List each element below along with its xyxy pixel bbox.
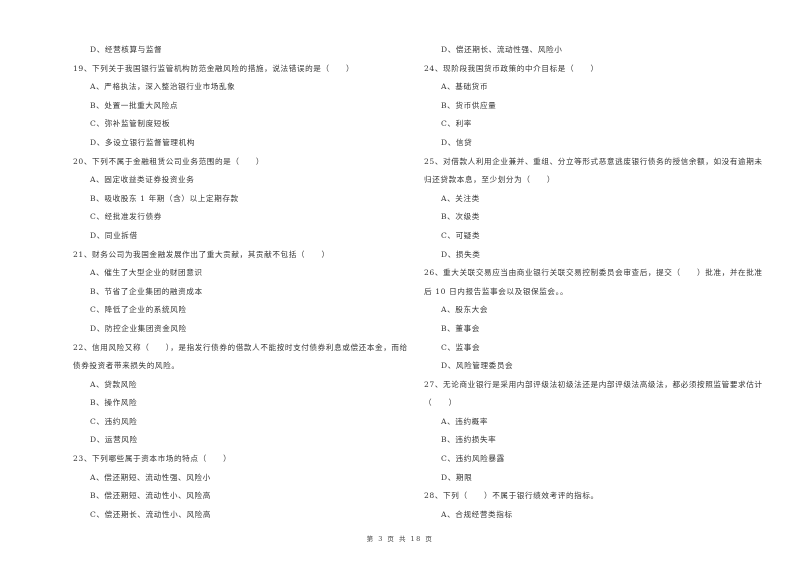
question-stem-continued: 债券投资者带来损失的风险。 [73, 361, 180, 371]
question-stem-continued: 归还贷款本息，至少划分为（ ） [424, 175, 556, 185]
answer-option: C、偿还期长、流动性小、风险高 [90, 509, 212, 519]
question-stem-continued: （ ） [424, 398, 457, 408]
answer-option: A、基础货币 [441, 82, 489, 92]
question-stem: 24、现阶段我国货币政策的中介目标是（ ） [424, 63, 599, 73]
answer-option: D、运营风险 [90, 435, 138, 445]
answer-option: A、违约概率 [441, 416, 489, 426]
answer-option: D、防控企业集团资金风险 [90, 323, 187, 333]
question-stem: 21、财务公司为我国金融发展作出了重大贡献，其贡献不包括（ ） [73, 249, 330, 259]
answer-option: B、次级类 [441, 212, 480, 222]
answer-option: B、吸收股东 1 年期（含）以上定期存款 [90, 193, 239, 203]
answer-option: B、货币供应量 [441, 100, 497, 110]
answer-option: D、多设立银行监督管理机构 [90, 137, 196, 147]
answer-option: B、节省了企业集团的融资成本 [90, 286, 203, 296]
answer-option: B、操作风险 [90, 398, 138, 408]
right-column: D、偿还期长、流动性强、风险小 24、现阶段我国货币政策的中介目标是（ ） A、基础… [424, 41, 769, 524]
answer-option: D、经营核算与监督 [90, 45, 163, 54]
answer-option: A、股东大会 [441, 305, 489, 315]
question-stem: 20、下列不属于金融租赁公司业务范围的是（ ） [73, 156, 265, 166]
answer-option: C、弥补监管制度短板 [90, 119, 171, 129]
answer-option: A、催生了大型企业的财团意识 [90, 268, 203, 278]
answer-option: C、可疑类 [441, 230, 481, 240]
answer-option: A、固定收益类证券投资业务 [90, 175, 195, 185]
left-column: D、经营核算与监督 19、下列关于我国银行监管机构防范金融风险的措施，说法错误的是… [73, 41, 408, 524]
answer-option: C、降低了企业的系统风险 [90, 305, 187, 315]
answer-option: C、违约风险暴露 [441, 454, 505, 464]
answer-option: A、合规经营类指标 [441, 509, 513, 519]
answer-option: B、董事会 [441, 323, 480, 333]
answer-option: B、偿还期短、流动性小、风险高 [90, 491, 211, 501]
question-stem: 22、信用风险又称（ ），是指发行债券的借款人不能按时支付债券利息或偿还本金，而… [73, 342, 408, 352]
answer-option: C、利率 [441, 119, 472, 129]
question-stem-continued: 后 10 日内报告监事会以及银保监会。。 [424, 286, 569, 296]
question-stem: 19、下列关于我国银行监管机构防范金融风险的措施，说法错误的是（ ） [73, 63, 355, 73]
answer-option: D、同业拆借 [90, 230, 138, 240]
question-stem: 26、重大关联交易应当由商业银行关联交易控制委员会审查后，提交（ ）批准，并在批… [424, 268, 763, 278]
answer-option: D、期限 [441, 472, 473, 482]
answer-option: A、贷款风险 [90, 379, 138, 389]
answer-option: D、偿还期长、流动性强、风险小 [441, 45, 563, 54]
answer-option: A、关注类 [441, 193, 480, 203]
page-footer: 第 3 页 共 18 页 [366, 535, 434, 543]
question-stem: 28、下列（ ）不属于银行绩效考评的指标。 [424, 491, 599, 501]
answer-option: D、信贷 [441, 137, 473, 147]
answer-option: B、违约损失率 [441, 435, 497, 445]
question-stem: 25、对借款人利用企业兼并、重组、分立等形式恶意逃废银行债务的授信余额，如没有逾… [424, 156, 763, 166]
answer-option: A、严格执法，深入整治银行业市场乱象 [90, 82, 236, 92]
question-stem: 27、无论商业银行是采用内部评级法初级法还是内部评级法高级法，都必须按照监管要求… [424, 379, 763, 389]
answer-option: C、经批准发行债券 [90, 212, 162, 222]
answer-option: C、监事会 [441, 342, 481, 352]
answer-option: D、损失类 [441, 249, 481, 259]
answer-option: C、违约风险 [90, 416, 138, 426]
question-stem: 23、下列哪些属于资本市场的特点（ ） [73, 454, 232, 464]
answer-option: D、风险管理委员会 [441, 361, 514, 371]
answer-option: B、处置一批重大风险点 [90, 100, 179, 110]
answer-option: A、偿还期短、流动性强、风险小 [90, 472, 211, 482]
